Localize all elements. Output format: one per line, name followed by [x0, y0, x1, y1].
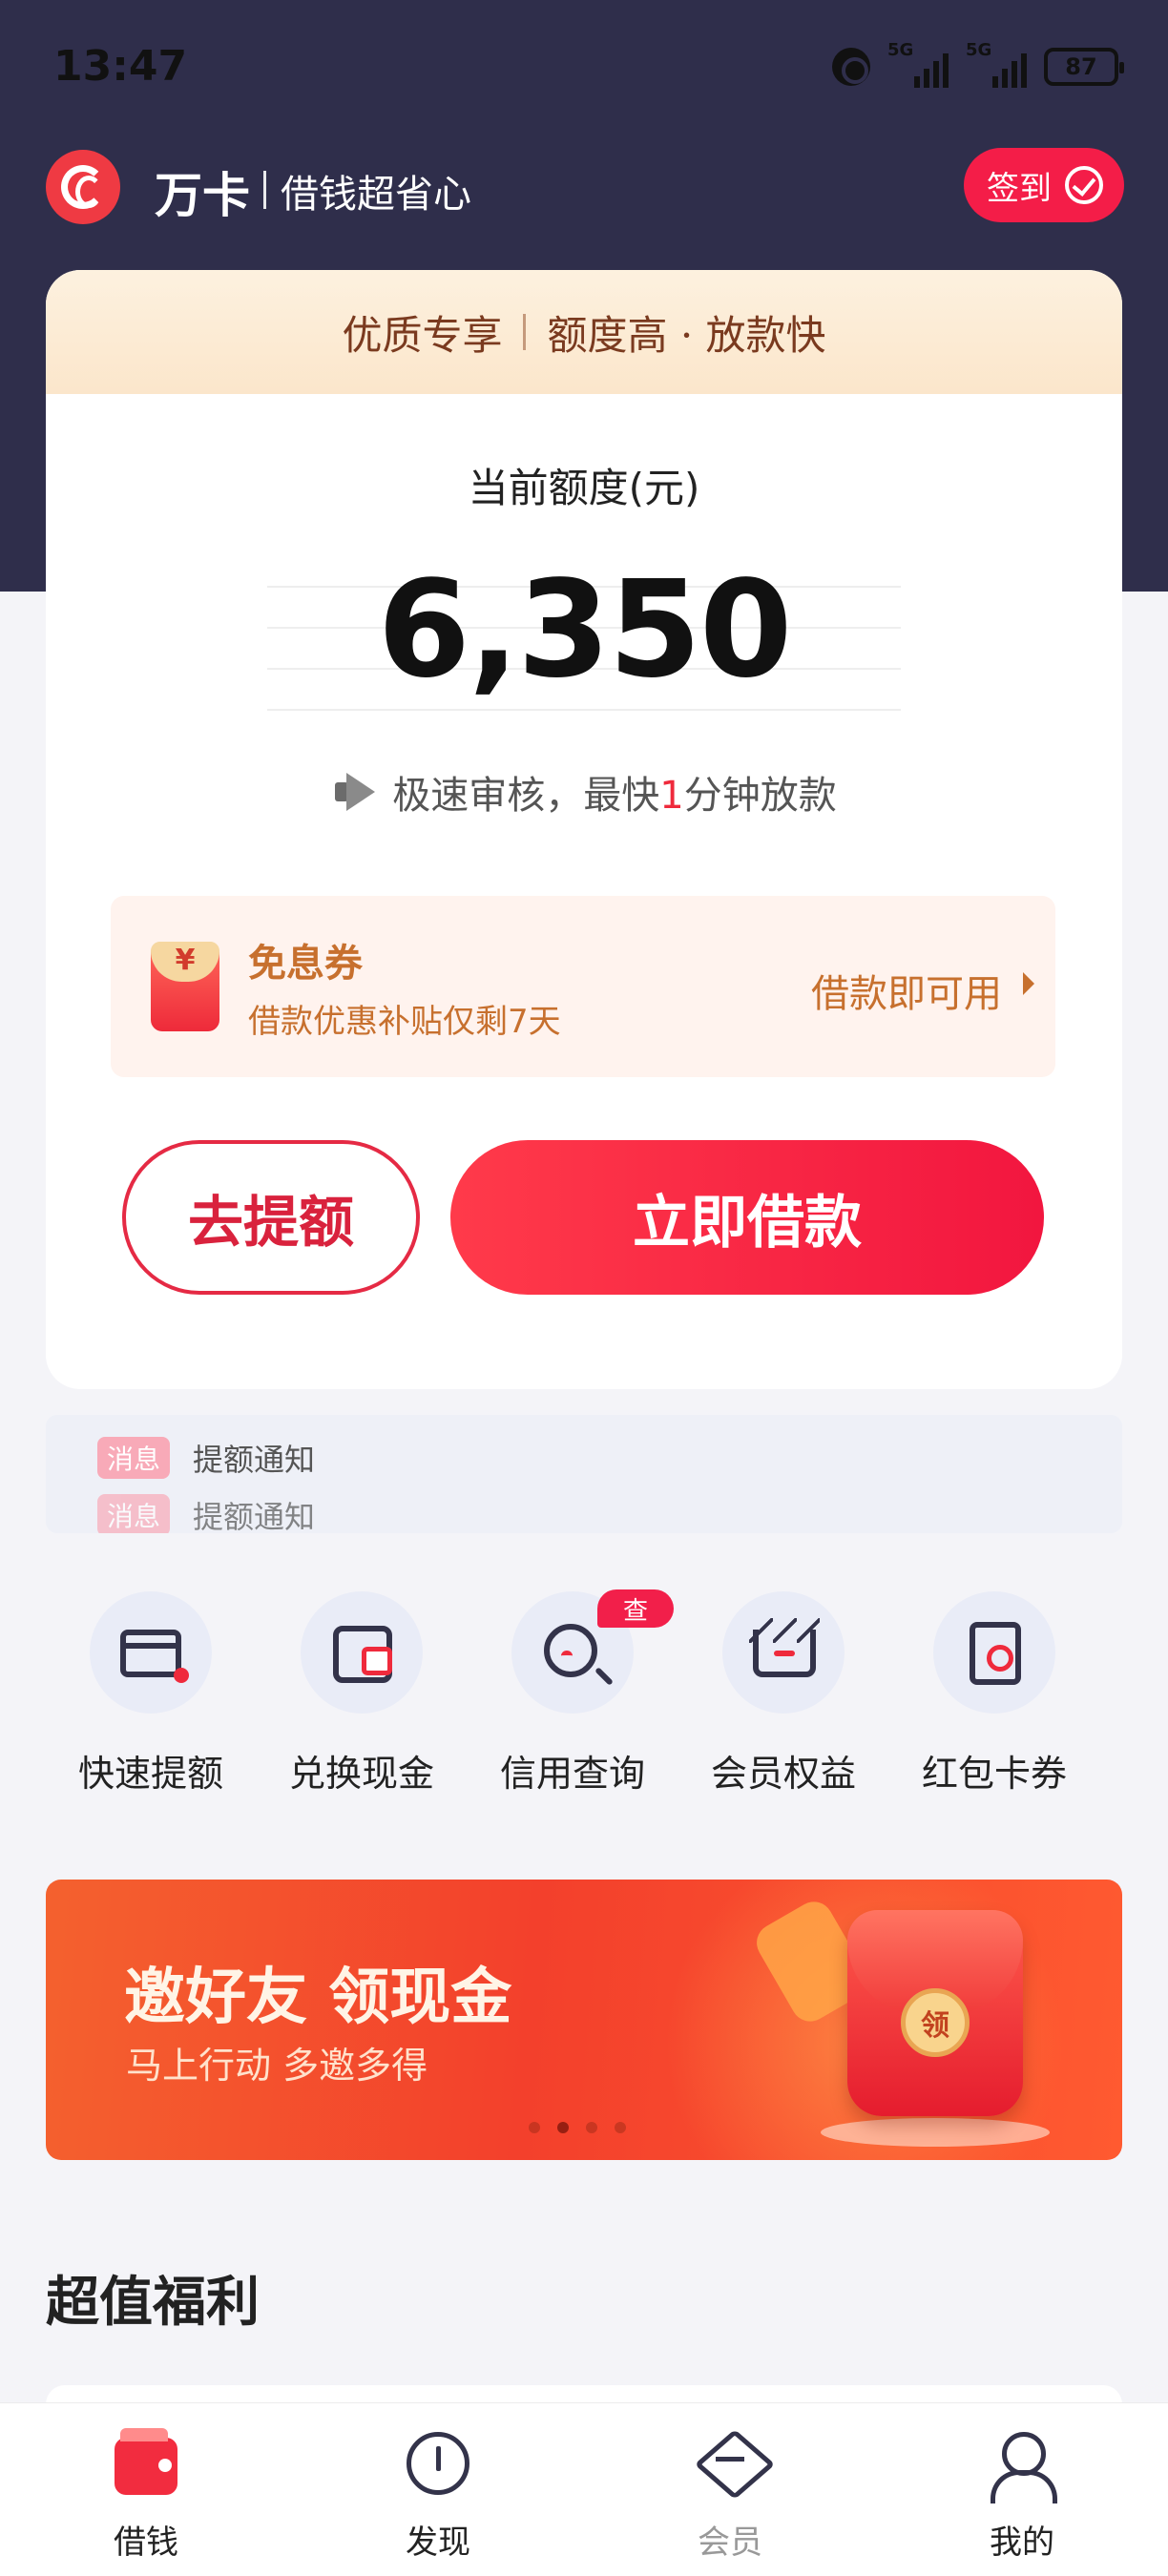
section-title: 超值福利 — [46, 2272, 260, 2334]
ticker-text: 提额通知 — [193, 1442, 316, 1478]
tab-label: 会员 — [698, 2524, 762, 2562]
signin-button[interactable]: 签到 — [964, 148, 1124, 222]
status-bar: 13:47 5G 5G 87 — [0, 0, 1168, 134]
coupon-subtitle: 借款优惠补贴仅剩7天 — [248, 1003, 561, 1041]
compass-icon — [407, 2432, 469, 2495]
wallet-icon — [115, 2428, 177, 2495]
carousel-dots[interactable] — [529, 2122, 626, 2133]
tab-label: 借钱 — [114, 2524, 178, 2562]
quick-action-label: 会员权益 — [710, 1753, 856, 1795]
quick-action-label: 信用查询 — [499, 1753, 645, 1795]
signal-icon: 5G — [887, 40, 949, 88]
ticker-tag: 消息 — [97, 1437, 171, 1479]
interest-free-coupon[interactable]: 免息券 借款优惠补贴仅剩7天 借款即可用 — [111, 896, 1055, 1077]
carousel-dot[interactable] — [615, 2122, 626, 2133]
borrow-now-button[interactable]: 立即借款 — [450, 1140, 1044, 1295]
quick-action-fast-raise[interactable]: 快速提额 — [46, 1591, 256, 1801]
signal-label: 5G — [966, 40, 992, 60]
premium-banner: 优质专享 额度高 · 放款快 — [46, 270, 1122, 394]
ticker-text: 提额通知 — [193, 1499, 316, 1533]
credit-card-panel: 优质专享 额度高 · 放款快 当前额度(元) 6,350 极速审核，最快1分钟放… — [46, 270, 1122, 1389]
quick-action-label: 红包卡券 — [921, 1753, 1067, 1795]
diamond-icon — [699, 2443, 761, 2487]
carousel-dot[interactable] — [586, 2122, 597, 2133]
envelope-seal: 领 — [901, 1988, 970, 2057]
tab-discover[interactable]: 发现 — [292, 2403, 584, 2576]
red-packet-icon — [970, 1622, 1021, 1685]
envelope-pedestal — [821, 2118, 1050, 2147]
alarm-icon — [832, 48, 870, 86]
wallet-icon — [333, 1626, 392, 1683]
brand-slogan: 借钱超省心 — [281, 173, 471, 217]
quick-action-credit-query[interactable]: 查 信用查询 — [468, 1589, 678, 1801]
quick-action-label: 兑换现金 — [288, 1753, 434, 1795]
review-notice: 极速审核，最快1分钟放款 — [46, 764, 1122, 820]
status-time: 13:47 — [53, 42, 188, 91]
ticker-row: 消息 提额通知 — [97, 1436, 315, 1480]
carousel-dot-active[interactable] — [557, 2122, 569, 2133]
battery-level: 87 — [1065, 53, 1097, 80]
bottom-tab-bar: 借钱 发现 会员 我的 — [0, 2402, 1168, 2576]
quota-value: 6,350 — [377, 552, 793, 708]
signal-label: 5G — [887, 40, 914, 60]
banner-right-text: 额度高 · 放款快 — [547, 311, 826, 359]
promo-subtitle: 马上行动 多邀多得 — [126, 2045, 428, 2087]
search-icon — [544, 1624, 597, 1677]
banner-left-text: 优质专享 — [342, 311, 503, 359]
quick-actions: 快速提额 兑换现金 查 信用查询 会员权益 红包卡券 — [46, 1589, 1122, 1801]
tab-borrow[interactable]: 借钱 — [0, 2403, 292, 2576]
red-packet-icon — [151, 942, 219, 1031]
quick-action-exchange-cash[interactable]: 兑换现金 — [257, 1591, 467, 1801]
coupon-title: 免息券 — [248, 942, 363, 986]
quota-label: 当前额度(元) — [468, 465, 700, 511]
query-badge: 查 — [597, 1589, 674, 1628]
raise-limit-button[interactable]: 去提额 — [122, 1140, 420, 1295]
tab-mine[interactable]: 我的 — [876, 2403, 1168, 2576]
tab-label: 发现 — [406, 2524, 470, 2562]
ticker-tag: 消息 — [97, 1494, 171, 1533]
megaphone-icon — [331, 771, 379, 813]
chevron-right-icon — [1023, 972, 1034, 995]
battery-icon: 87 — [1044, 48, 1124, 86]
red-envelope-icon: 领 — [847, 1910, 1023, 2116]
status-icons: 5G 5G 87 — [832, 40, 1124, 88]
banner-divider — [523, 314, 527, 350]
tab-label: 我的 — [990, 2524, 1054, 2562]
ticker-row: 消息 提额通知 — [97, 1493, 315, 1533]
notice-suffix: 分钟放款 — [683, 774, 837, 818]
notice-prefix: 极速审核，最快 — [392, 774, 660, 818]
brand-divider — [263, 171, 266, 209]
quick-action-red-packet[interactable]: 红包卡券 — [889, 1591, 1099, 1801]
signin-label: 签到 — [987, 169, 1052, 208]
brand-name: 万卡 — [155, 168, 250, 223]
signal-icon: 5G — [966, 40, 1027, 88]
crown-icon — [749, 1618, 820, 1677]
coupon-action-link[interactable]: 借款即可用 — [811, 963, 1002, 1018]
quick-action-label: 快速提额 — [77, 1753, 223, 1795]
invite-friends-banner[interactable]: 邀好友 领现金 马上行动 多邀多得 领 — [46, 1880, 1122, 2160]
message-ticker[interactable]: 消息 提额通知 消息 提额通知 — [46, 1415, 1122, 1533]
user-icon — [991, 2432, 1057, 2503]
quick-action-member-benefits[interactable]: 会员权益 — [678, 1591, 888, 1801]
app-header: 万卡 借钱超省心 签到 — [46, 148, 1124, 224]
app-logo-icon — [46, 150, 120, 224]
card-up-icon — [120, 1630, 189, 1683]
promo-title: 邀好友 领现金 — [124, 1963, 512, 2033]
tab-member[interactable]: 会员 — [584, 2403, 876, 2576]
notice-highlight: 1 — [659, 774, 684, 818]
check-circle-icon — [1065, 166, 1103, 204]
carousel-dot[interactable] — [529, 2122, 540, 2133]
